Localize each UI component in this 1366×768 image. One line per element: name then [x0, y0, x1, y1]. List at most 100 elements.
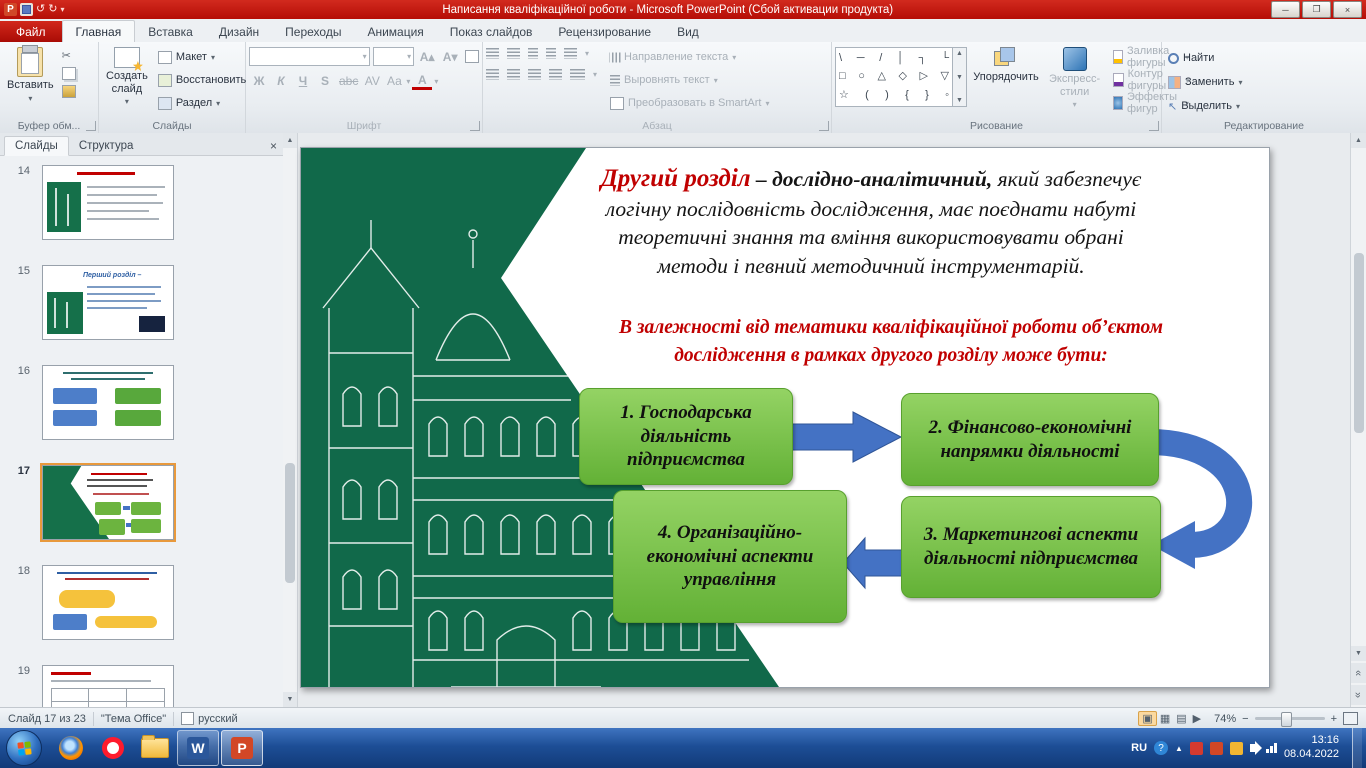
shape-diamond-icon[interactable]: ◇ [898, 71, 906, 82]
normal-view-icon[interactable]: ▣ [1138, 711, 1156, 726]
shape-arrow-icon[interactable]: ▷ [920, 71, 928, 82]
tab-design[interactable]: Дизайн [206, 21, 272, 42]
slide-thumbnail-15[interactable]: Перший розділ – [42, 265, 174, 340]
font-size-combo[interactable]: ▾ [373, 47, 415, 66]
volume-icon[interactable] [1250, 744, 1256, 752]
shape-rectangle-icon[interactable]: □ [839, 71, 846, 82]
language-switcher[interactable]: RU [1131, 742, 1147, 754]
close-button[interactable]: × [1333, 1, 1362, 18]
start-button[interactable] [6, 730, 42, 766]
shapes-gallery[interactable]: \ ─ / │ ┐ └ □ ○ △ ◇ ▷ [835, 47, 953, 107]
panel-tab-slides[interactable]: Слайды [4, 136, 69, 156]
grow-font-button[interactable]: А▴ [417, 48, 437, 66]
character-spacing-button[interactable]: AV [362, 72, 382, 90]
shape-dot-icon[interactable]: ◦ [945, 90, 949, 101]
shape-elbow-icon[interactable]: ┐ [919, 53, 927, 64]
paragraph-dialog-launcher[interactable] [819, 121, 829, 131]
font-color-button[interactable]: А [412, 72, 432, 90]
language-indicator[interactable]: русский [198, 713, 237, 725]
previous-slide-button[interactable]: « [1351, 663, 1366, 683]
panel-tab-outline[interactable]: Структура [69, 137, 144, 155]
format-painter-button[interactable] [62, 85, 76, 98]
arrange-button[interactable]: Упорядочить [973, 44, 1039, 114]
replace-button[interactable]: Заменить ▾ [1165, 71, 1363, 93]
editor-scroll-thumb[interactable] [1354, 253, 1364, 433]
slide-title[interactable]: Другий розділ – дослідно-аналітичний, як… [506, 162, 1236, 280]
shapes-scroll-down-icon[interactable]: ▼ [956, 74, 963, 81]
numbering-icon[interactable] [507, 48, 520, 59]
taskbar-powerpoint-icon[interactable]: P [221, 730, 263, 766]
section-button[interactable]: Раздел ▾ [155, 92, 249, 114]
clear-formatting-button[interactable] [465, 50, 479, 63]
shapes-scroll-up-icon[interactable]: ▲ [956, 50, 963, 57]
align-text-button[interactable]: Выровнять текст ▾ [607, 69, 772, 91]
align-center-icon[interactable] [507, 69, 520, 80]
fit-to-window-icon[interactable] [1343, 712, 1358, 725]
slide-subtitle[interactable]: В залежності від тематики кваліфікаційно… [551, 314, 1231, 371]
text-direction-button[interactable]: Направление текста ▾ [607, 46, 772, 68]
shape-paren-left-icon[interactable]: ( [865, 90, 869, 101]
justify-icon[interactable] [549, 69, 562, 80]
powerpoint-app-icon[interactable]: P [4, 3, 17, 16]
tab-home[interactable]: Главная [62, 20, 136, 43]
spellcheck-icon[interactable] [181, 712, 194, 725]
panel-scroll-thumb[interactable] [285, 463, 295, 583]
editor-scroll-down-icon[interactable]: ▼ [1351, 646, 1366, 661]
zoom-slider[interactable] [1255, 717, 1325, 720]
box-1-business-activity[interactable]: 1. Господарська діяльність підприємства [579, 388, 793, 485]
columns-icon[interactable] [570, 69, 585, 80]
shape-circle-icon[interactable]: ○ [858, 71, 865, 82]
font-dialog-launcher[interactable] [470, 121, 480, 131]
shape-down-triangle-icon[interactable]: ▽ [941, 71, 949, 82]
new-slide-button[interactable]: Создать слайд ▾ [102, 44, 152, 114]
editor-scroll-up-icon[interactable]: ▲ [1351, 133, 1366, 148]
slideshow-view-icon[interactable]: ▶ [1190, 712, 1204, 725]
slide-canvas[interactable]: Другий розділ – дослідно-аналітичний, як… [300, 147, 1270, 688]
tab-slideshow[interactable]: Показ слайдов [437, 21, 546, 42]
indent-decrease-icon[interactable] [528, 48, 538, 59]
align-right-icon[interactable] [528, 69, 541, 80]
line-spacing-icon[interactable] [564, 48, 577, 59]
clock[interactable]: 13:16 08.04.2022 [1284, 734, 1345, 762]
reset-button[interactable]: Восстановить [155, 69, 249, 91]
indent-increase-icon[interactable] [546, 48, 556, 59]
taskbar-explorer-icon[interactable] [135, 731, 175, 765]
tray-powerpoint-icon[interactable] [1210, 742, 1223, 755]
undo-icon[interactable]: ↺ [36, 3, 45, 16]
shape-star-icon[interactable]: ☆ [839, 90, 849, 101]
help-tray-icon[interactable]: ? [1154, 741, 1168, 755]
slide-thumbnail-16[interactable] [42, 365, 174, 440]
panel-scroll-down-icon[interactable]: ▼ [283, 692, 297, 707]
paste-button[interactable]: Вставить ▾ [3, 44, 58, 106]
select-button[interactable]: ↖ Выделить ▾ [1165, 95, 1363, 117]
convert-smartart-button[interactable]: Преобразовать в SmartArt ▾ [607, 92, 772, 114]
shape-brace-right-icon[interactable]: } [925, 90, 929, 101]
cut-button[interactable]: ✂ [62, 49, 76, 62]
panel-scroll-up-icon[interactable]: ▲ [283, 133, 297, 148]
slide-thumbnail-18[interactable] [42, 565, 174, 640]
copy-button[interactable] [62, 67, 76, 80]
shape-brace-left-icon[interactable]: { [905, 90, 909, 101]
shape-corner-icon[interactable]: └ [941, 53, 949, 64]
shapes-more-icon[interactable]: ▼ [956, 97, 963, 104]
find-button[interactable]: Найти [1165, 47, 1363, 69]
slide-thumbnail-17-selected[interactable] [42, 465, 174, 540]
text-shadow-button[interactable]: S [315, 72, 335, 90]
taskbar-word-icon[interactable]: W [177, 730, 219, 766]
shape-hline-icon[interactable]: ─ [857, 53, 865, 64]
box-4-organizational-economic[interactable]: 4. Організаційно-економічні аспекти упра… [613, 490, 847, 623]
editor-scrollbar[interactable]: ▲ ▼ « « [1350, 133, 1366, 707]
slide-sorter-view-icon[interactable]: ▦ [1157, 712, 1173, 725]
font-name-combo[interactable]: ▾ [249, 47, 370, 66]
strikethrough-button[interactable]: abc [337, 72, 360, 90]
save-icon[interactable] [20, 3, 33, 16]
tray-app-red-icon[interactable] [1190, 742, 1203, 755]
shape-paren-right-icon[interactable]: ) [885, 90, 889, 101]
reading-view-icon[interactable]: ▤ [1173, 712, 1189, 725]
clipboard-dialog-launcher[interactable] [86, 121, 96, 131]
shape-slash-icon[interactable]: / [879, 53, 882, 64]
arrow-curved-icon[interactable] [1149, 400, 1270, 630]
shape-triangle-icon[interactable]: △ [877, 71, 885, 82]
layout-button[interactable]: Макет ▾ [155, 46, 249, 68]
shrink-font-button[interactable]: А▾ [440, 48, 460, 66]
